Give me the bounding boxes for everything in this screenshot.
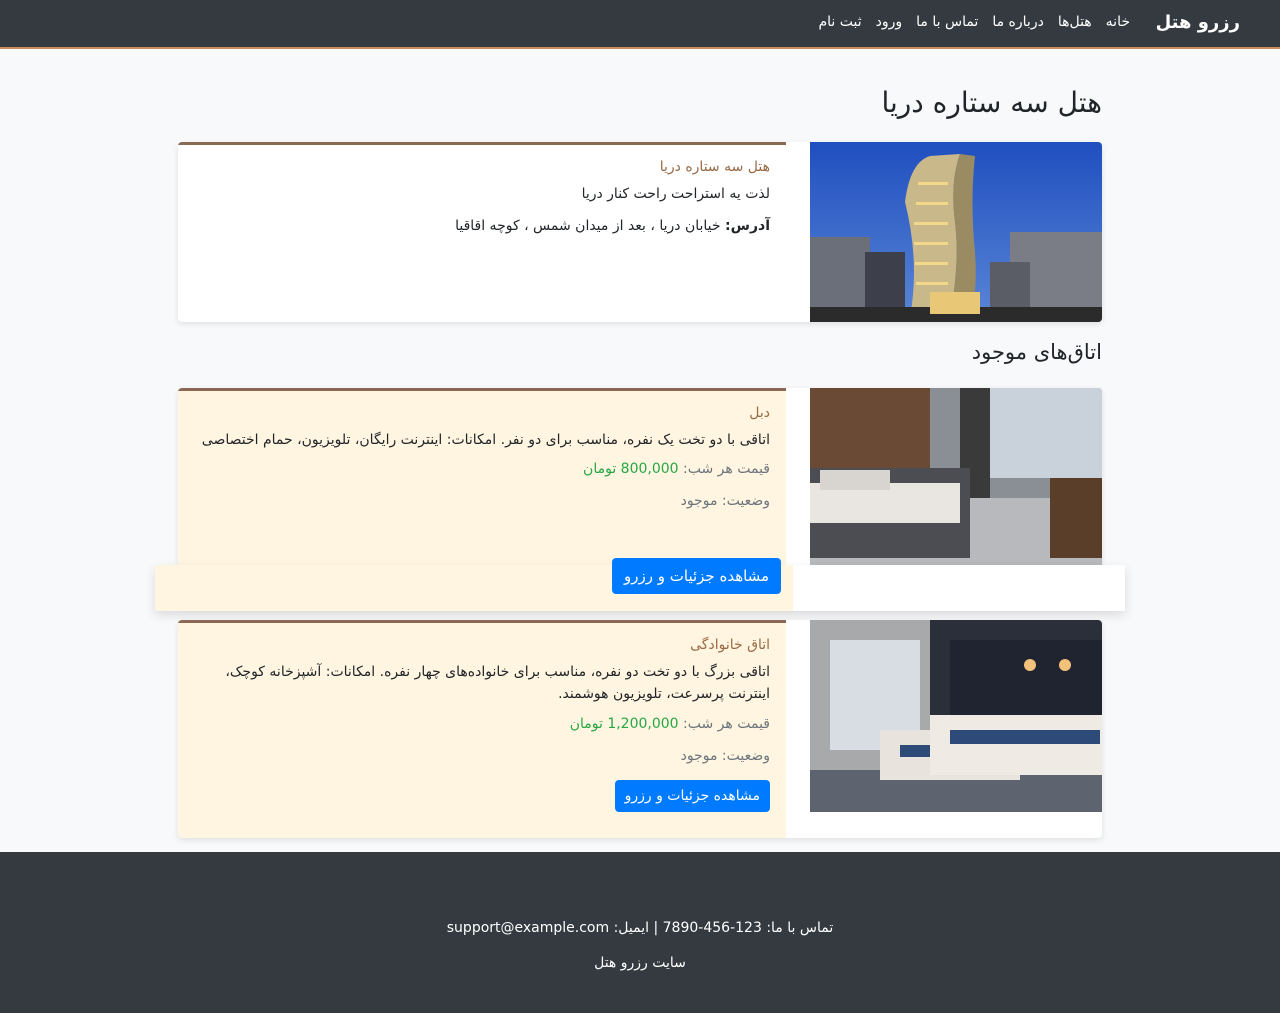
room-card: اتاق خانوادگی اتاقی بزرگ با دو تخت دو نف… bbox=[178, 620, 1102, 838]
nav-links: خانه هتل‌ها درباره ما تماس با ما ورود ثب… bbox=[818, 14, 1130, 30]
room-status: وضعیت: موجود bbox=[680, 493, 770, 510]
nav-link-hotels[interactable]: هتل‌ها bbox=[1058, 14, 1092, 30]
room-description: اتاقی بزرگ با دو تخت دو نفره، مناسب برای… bbox=[225, 664, 770, 703]
room-photo bbox=[810, 388, 1102, 570]
room-description: اتاقی با دو تخت یک نفره، مناسب برای دو ن… bbox=[201, 432, 770, 448]
hotel-info-body: هتل سه ستاره دریا لذت یه استراحت راحت کن… bbox=[178, 142, 786, 322]
brand-logo[interactable]: رزرو هتل bbox=[1156, 12, 1240, 33]
nav-link-contact[interactable]: تماس با ما bbox=[916, 14, 978, 30]
address-label: آدرس: bbox=[725, 218, 770, 235]
room-body: اتاق خانوادگی اتاقی بزرگ با دو تخت دو نف… bbox=[178, 620, 786, 838]
nav-link-home[interactable]: خانه bbox=[1106, 14, 1130, 30]
nav-link-register[interactable]: ثبت نام bbox=[818, 14, 861, 30]
room-details-button[interactable]: مشاهده جزئیات و رزرو bbox=[612, 558, 782, 594]
room-photo bbox=[810, 620, 1102, 812]
nav-link-about[interactable]: درباره ما bbox=[992, 14, 1043, 30]
room-price: قیمت هر شب: 800,000 تومان bbox=[194, 461, 770, 477]
hotel-photo bbox=[810, 142, 1102, 322]
rooms-section-title: اتاق‌های موجود bbox=[971, 340, 1102, 364]
price-label: قیمت هر شب: bbox=[683, 461, 770, 478]
room-name: اتاق خانوادگی bbox=[690, 637, 770, 653]
hotel-info-card: هتل سه ستاره دریا لذت یه استراحت راحت کن… bbox=[178, 142, 1102, 322]
footer-copyright: سایت رزرو هتل bbox=[594, 955, 686, 971]
price-value: 1,200,000 تومان bbox=[569, 715, 679, 732]
top-navbar: رزرو هتل خانه هتل‌ها درباره ما تماس با م… bbox=[0, 0, 1280, 49]
address-value: خیابان دریا ، بعد از میدان شمس ، کوچه اق… bbox=[455, 218, 721, 235]
footer: تماس با ما: 123-456-7890 | ایمیل: suppor… bbox=[0, 852, 1280, 1013]
hotel-tagline: لذت یه استراحت راحت کنار دریا bbox=[581, 186, 770, 202]
nav-link-login[interactable]: ورود bbox=[876, 14, 903, 30]
page-title: هتل سه ستاره دریا bbox=[881, 86, 1102, 119]
room-name: دبل bbox=[749, 405, 770, 421]
hotel-name: هتل سه ستاره دریا bbox=[659, 159, 770, 175]
hotel-address: آدرس: خیابان دریا ، بعد از میدان شمس ، ک… bbox=[194, 215, 770, 237]
footer-contact: تماس با ما: 123-456-7890 | ایمیل: suppor… bbox=[446, 920, 834, 936]
room-price: قیمت هر شب: 1,200,000 تومان bbox=[194, 716, 770, 732]
room-details-button[interactable]: مشاهده جزئیات و رزرو bbox=[614, 779, 770, 812]
price-label: قیمت هر شب: bbox=[683, 715, 770, 732]
price-value: 800,000 تومان bbox=[583, 461, 679, 478]
room-status: وضعیت: موجود bbox=[680, 747, 770, 764]
